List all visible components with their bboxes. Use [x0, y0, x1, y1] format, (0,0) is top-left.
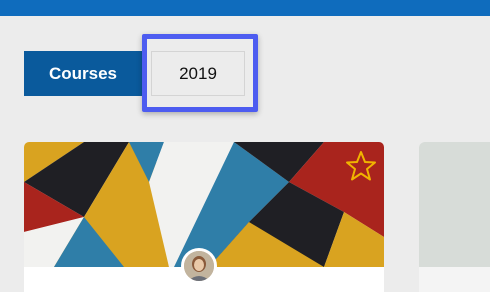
next-course-card-body: [419, 267, 490, 292]
favorite-star-icon[interactable]: [345, 150, 377, 182]
course-card[interactable]: [24, 142, 384, 292]
top-bar: [0, 0, 490, 16]
tab-year-label: 2019: [179, 63, 217, 83]
tab-courses-label: Courses: [48, 63, 118, 83]
person-icon: [184, 251, 214, 281]
tab-courses[interactable]: Courses: [24, 51, 142, 96]
tab-year-filter[interactable]: 2019: [151, 51, 245, 96]
instructor-avatar: [181, 248, 217, 284]
next-course-card[interactable]: [419, 142, 490, 292]
